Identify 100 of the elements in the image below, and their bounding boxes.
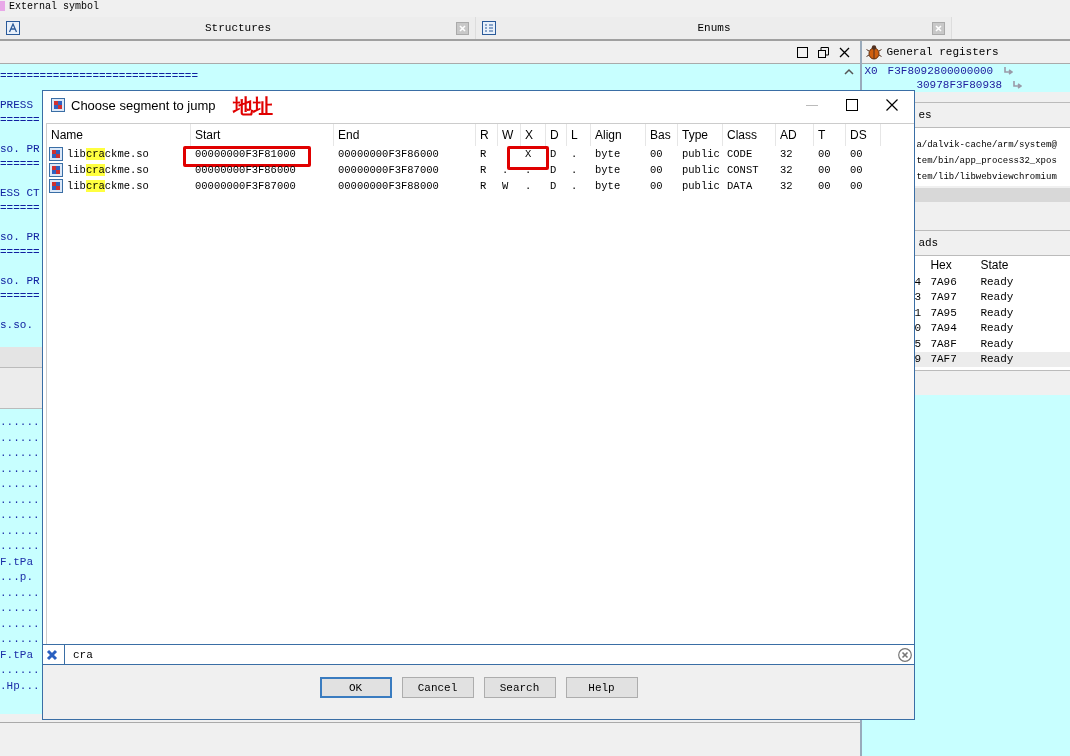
module-path[interactable]: tem/bin/app_process32_xpos bbox=[916, 156, 1057, 172]
column-header[interactable]: AD bbox=[776, 124, 814, 146]
panel-title: General registers bbox=[886, 46, 999, 58]
hex-line: .Hp... bbox=[0, 678, 40, 694]
dialog-button[interactable]: Cancel bbox=[401, 677, 474, 698]
hex-line: ...... bbox=[0, 585, 40, 601]
column-header[interactable]: End bbox=[334, 124, 476, 146]
table-cell: byte bbox=[595, 164, 621, 176]
table-cell: D bbox=[550, 180, 557, 192]
code-line: so. PR bbox=[0, 230, 40, 245]
table-cell: public bbox=[682, 164, 720, 176]
hex-line: ...... bbox=[0, 663, 40, 678]
table-cell: . bbox=[571, 148, 578, 160]
segment-icon bbox=[49, 147, 63, 161]
hex-line: ...... bbox=[0, 632, 40, 647]
table-cell: public bbox=[682, 148, 720, 160]
dialog-button[interactable]: Help bbox=[565, 677, 638, 698]
column-header[interactable]: L bbox=[567, 124, 591, 146]
column-header[interactable]: Name bbox=[47, 124, 191, 146]
table-cell: W bbox=[502, 180, 509, 192]
legend-label: External symbol bbox=[9, 0, 99, 12]
scroll-up-icon[interactable] bbox=[844, 68, 855, 75]
hex-line: ...... bbox=[0, 616, 40, 632]
column-header[interactable]: Class bbox=[723, 124, 776, 146]
code-line: ============================== bbox=[0, 69, 199, 84]
segment-icon bbox=[49, 179, 63, 193]
dialog-button[interactable]: OK bbox=[319, 677, 392, 698]
table-cell: 00 bbox=[818, 180, 831, 192]
table-cell: DATA bbox=[727, 180, 753, 192]
table-cell: 32 bbox=[780, 148, 793, 160]
restore-icon[interactable] bbox=[818, 46, 830, 58]
hex-line: ...... bbox=[0, 539, 40, 554]
close-icon[interactable] bbox=[839, 46, 851, 58]
hex-line: ...... bbox=[0, 601, 40, 616]
table-cell: R bbox=[480, 148, 487, 160]
thread-row[interactable]: 1 7A95 Ready bbox=[912, 305, 1070, 321]
module-path[interactable]: a/dalvik-cache/arm/system@ bbox=[916, 140, 1057, 156]
table-cell: D bbox=[550, 164, 557, 176]
table-cell: . bbox=[525, 164, 532, 176]
table-cell: 00 bbox=[818, 164, 831, 176]
hex-line: ...... bbox=[0, 508, 40, 523]
arrow-icon[interactable] bbox=[1012, 81, 1023, 89]
segment-icon bbox=[49, 163, 63, 177]
arrow-icon[interactable] bbox=[1003, 67, 1014, 75]
table-cell: 00 bbox=[650, 164, 663, 176]
table-cell: . bbox=[571, 180, 578, 192]
table-cell: 00000000F3F86000 bbox=[338, 148, 439, 160]
thread-row[interactable]: 3 7A97 Ready bbox=[912, 289, 1070, 305]
maximize-icon[interactable] bbox=[797, 46, 809, 58]
table-cell: . bbox=[571, 164, 578, 176]
column-header[interactable]: X bbox=[521, 124, 546, 146]
table-cell: 00000000F3F81000 bbox=[195, 148, 296, 160]
column-header[interactable]: Bas bbox=[646, 124, 678, 146]
table-cell: CODE bbox=[727, 148, 753, 160]
clear-filter-icon[interactable] bbox=[46, 648, 58, 661]
thread-row[interactable]: 4 7A96 Ready bbox=[912, 274, 1070, 290]
column-header[interactable]: Hex bbox=[930, 258, 981, 272]
window-title: Choose segment to jump bbox=[71, 97, 216, 113]
dialog-button[interactable]: Search bbox=[483, 677, 556, 698]
code-line: s.so. bbox=[0, 318, 33, 333]
module-path[interactable]: tem/lib/libwebviewchromium bbox=[916, 172, 1057, 188]
column-header[interactable]: R bbox=[476, 124, 498, 146]
hex-line: ...... bbox=[0, 461, 40, 477]
column-header[interactable]: State bbox=[980, 258, 1041, 272]
hex-line: ...... bbox=[0, 477, 40, 492]
column-header[interactable]: T bbox=[814, 124, 846, 146]
table-cell: 00000000F3F86000 bbox=[195, 164, 296, 176]
column-header[interactable]: W bbox=[498, 124, 521, 146]
hex-line: F.tPa bbox=[0, 554, 33, 570]
code-line: ESS CT bbox=[0, 186, 40, 201]
close-icon[interactable] bbox=[886, 99, 898, 111]
column-header[interactable]: Start bbox=[191, 124, 334, 146]
code-line: ====== bbox=[0, 289, 40, 304]
column-header[interactable]: D bbox=[546, 124, 567, 146]
table-cell: CONST bbox=[727, 164, 759, 176]
annotation-label: 地址 bbox=[233, 93, 273, 120]
clear-icon[interactable] bbox=[898, 647, 912, 662]
table-cell: 00 bbox=[850, 180, 863, 192]
table-cell: 00 bbox=[850, 148, 863, 160]
table-cell: public bbox=[682, 180, 720, 192]
letter-a-icon bbox=[6, 21, 20, 35]
panel-title: ads bbox=[918, 237, 939, 249]
table-cell: 00 bbox=[850, 164, 863, 176]
segment-icon bbox=[51, 98, 65, 112]
hex-line: ...... bbox=[0, 446, 40, 461]
code-line: PRESS bbox=[0, 98, 33, 113]
code-line: so. PR bbox=[0, 142, 40, 157]
maximize-icon[interactable] bbox=[846, 99, 858, 111]
column-header[interactable]: Align bbox=[591, 124, 646, 146]
table-cell: 00 bbox=[650, 180, 663, 192]
table-cell: D bbox=[550, 148, 557, 160]
color-marker bbox=[0, 1, 5, 11]
column-header[interactable]: DS bbox=[846, 124, 881, 146]
table-cell: 32 bbox=[780, 180, 793, 192]
thread-row[interactable]: 9 7AF7 Ready bbox=[912, 351, 1070, 367]
table-cell: 32 bbox=[780, 164, 793, 176]
table-cell: R bbox=[480, 164, 487, 176]
thread-row[interactable]: 5 7A8F Ready bbox=[912, 336, 1070, 352]
column-header[interactable]: Type bbox=[678, 124, 723, 146]
hex-line: ...... bbox=[0, 523, 40, 539]
